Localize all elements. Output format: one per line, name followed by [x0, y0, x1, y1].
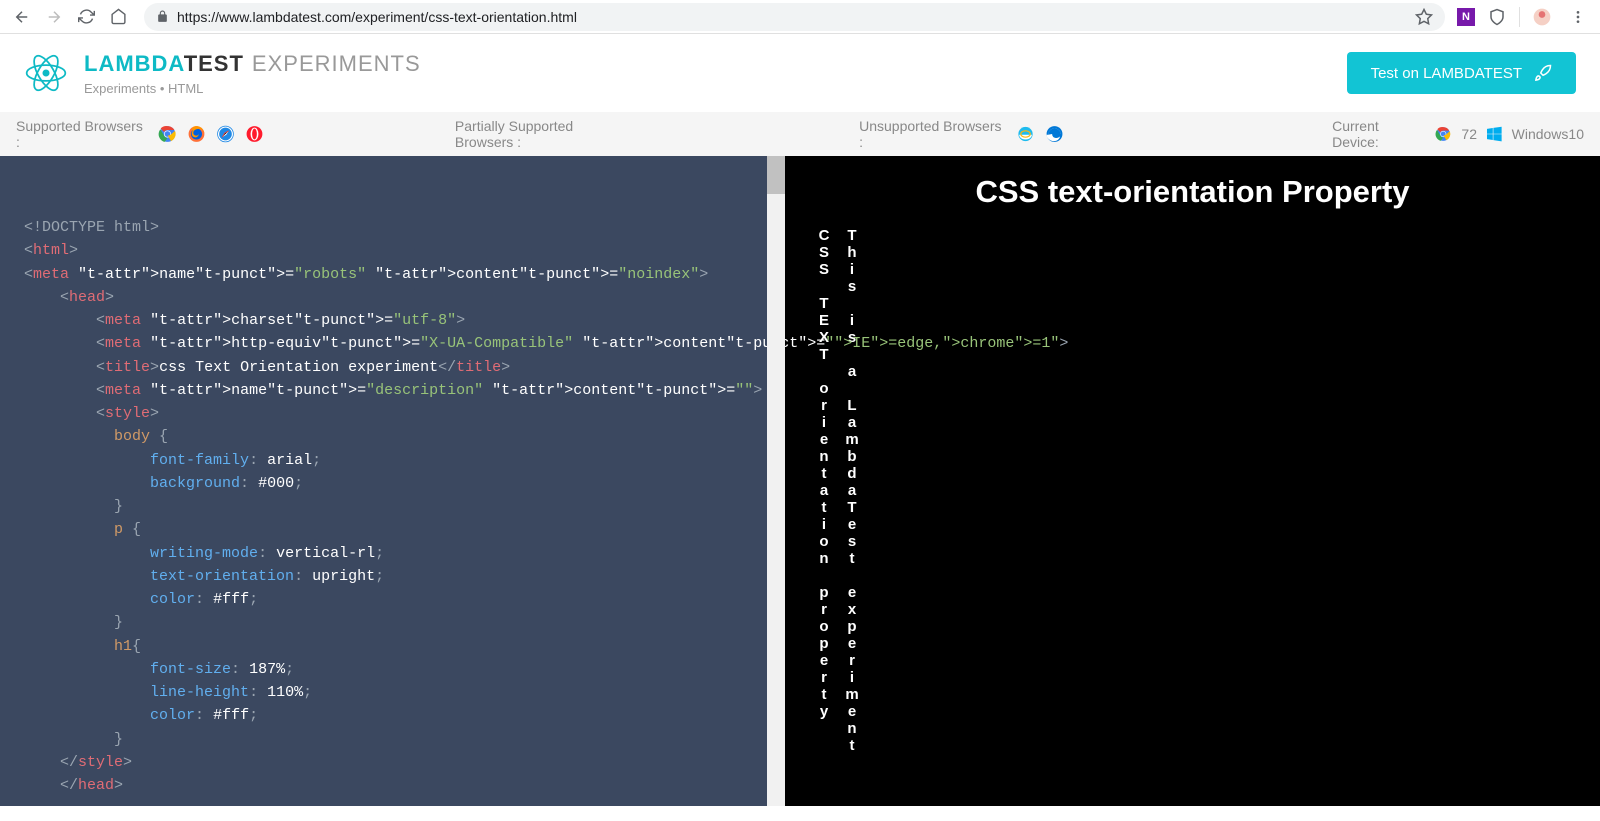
ext-shield-icon[interactable] [1487, 7, 1507, 27]
code-content: <!DOCTYPE html><html><meta "t-attr">name… [0, 156, 785, 821]
unsupported-browsers: Unsupported Browsers : [859, 118, 1064, 150]
back-button[interactable] [8, 3, 36, 31]
code-pane[interactable]: <!DOCTYPE html><html><meta "t-attr">name… [0, 156, 785, 806]
chrome-icon [1435, 125, 1451, 143]
star-icon[interactable] [1415, 8, 1433, 26]
supported-browsers: Supported Browsers : [16, 118, 264, 150]
scrollbar-thumb[interactable] [767, 156, 785, 194]
address-bar[interactable]: https://www.lambdatest.com/experiment/cs… [144, 3, 1445, 31]
rocket-icon [1534, 64, 1552, 82]
scrollbar[interactable] [767, 156, 785, 806]
menu-icon[interactable] [1564, 3, 1592, 31]
windows-icon [1487, 126, 1502, 142]
logo[interactable]: LAMBDATESTEXPERIMENTS Experiments • HTML [24, 51, 421, 96]
extensions-area: N [1457, 3, 1592, 31]
page-header: LAMBDATESTEXPERIMENTS Experiments • HTML… [0, 34, 1600, 112]
test-on-lambdatest-button[interactable]: Test on LAMBDATEST [1347, 52, 1576, 94]
ext-onenote-icon[interactable]: N [1457, 8, 1475, 26]
forward-button[interactable] [40, 3, 68, 31]
url-text: https://www.lambdatest.com/experiment/cs… [177, 9, 577, 25]
home-button[interactable] [104, 3, 132, 31]
reload-button[interactable] [72, 3, 100, 31]
edge-icon [1045, 124, 1064, 144]
partial-browsers: Partially Supported Browsers : [455, 118, 639, 150]
preview-title: CSS text-orientation Property [809, 174, 1576, 210]
safari-icon [216, 124, 235, 144]
preview-pane: CSS text-orientation Property CSS TEXT o… [785, 156, 1600, 806]
current-device: Current Device: 72 Windows10 [1332, 118, 1584, 150]
vertical-text-col1: CSS TEXT orientation property [817, 228, 831, 755]
opera-icon [245, 124, 264, 144]
vertical-text-col2: This is a LambdaTest experiment [845, 228, 859, 755]
avatar-icon[interactable] [1532, 7, 1552, 27]
browser-support-strip: Supported Browsers : Partially Supported… [0, 112, 1600, 156]
ie-icon [1016, 124, 1035, 144]
lock-icon [156, 10, 169, 23]
main-panes: <!DOCTYPE html><html><meta "t-attr">name… [0, 156, 1600, 806]
firefox-icon [187, 124, 206, 144]
divider [1519, 7, 1520, 27]
brand-title: LAMBDATESTEXPERIMENTS [84, 51, 421, 77]
chrome-icon [158, 124, 177, 144]
breadcrumb: Experiments • HTML [84, 81, 421, 96]
browser-chrome: https://www.lambdatest.com/experiment/cs… [0, 0, 1600, 34]
atom-icon [24, 51, 68, 95]
